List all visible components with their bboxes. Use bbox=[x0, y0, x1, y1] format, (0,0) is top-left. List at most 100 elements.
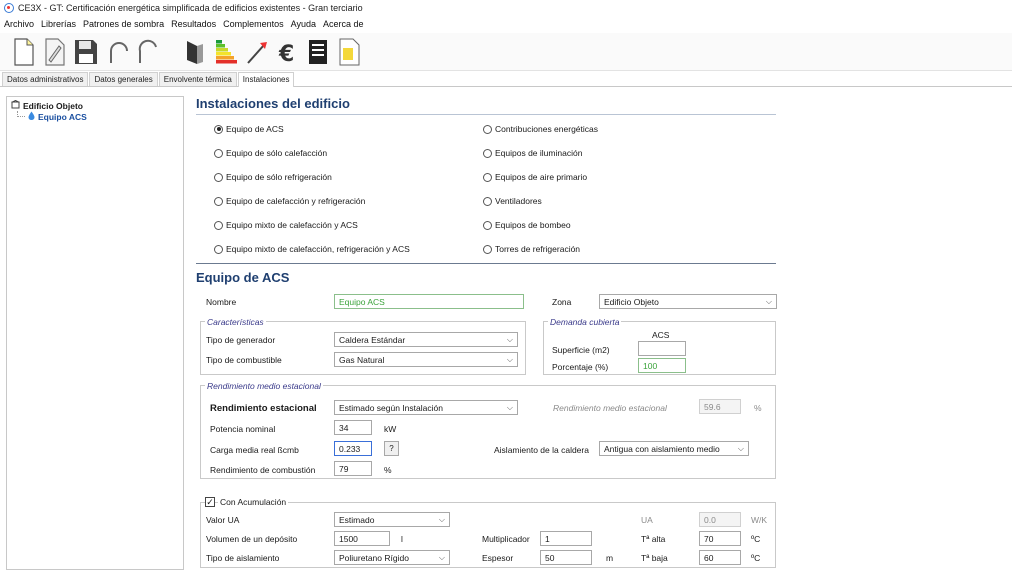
tipo-combustible-label: Tipo de combustible bbox=[206, 355, 282, 365]
improve-icon[interactable] bbox=[243, 37, 271, 67]
menu-ayuda[interactable]: Ayuda bbox=[291, 19, 316, 29]
multiplicador-input[interactable]: 1 bbox=[540, 531, 592, 546]
radio-button[interactable] bbox=[214, 220, 223, 230]
aislamiento-caldera-select[interactable]: Antigua con aislamiento medio ⌵ bbox=[599, 441, 749, 456]
nombre-input[interactable]: Equipo ACS bbox=[334, 294, 524, 309]
rendimiento-estacional-label: Rendimiento estacional bbox=[210, 403, 317, 414]
espesor-input[interactable]: 50 bbox=[540, 550, 592, 565]
temp-alta-label: Tª alta bbox=[641, 534, 666, 544]
save-icon[interactable] bbox=[72, 37, 100, 67]
tab-envolvente-termica[interactable]: Envolvente térmica bbox=[158, 72, 237, 86]
radio-button[interactable] bbox=[483, 124, 492, 134]
chevron-down-icon: ⌵ bbox=[765, 297, 772, 306]
energy-rating-icon[interactable] bbox=[212, 37, 240, 67]
radio-button[interactable] bbox=[214, 244, 223, 254]
help-button[interactable]: ? bbox=[384, 441, 399, 456]
rend-medio-unit: % bbox=[754, 403, 762, 413]
volumen-input[interactable]: 1500 bbox=[334, 531, 390, 546]
undo-icon[interactable] bbox=[103, 37, 131, 67]
menu-patrones-sombra[interactable]: Patrones de sombra bbox=[83, 19, 164, 29]
ua-label: UA bbox=[641, 515, 653, 525]
euro-icon[interactable]: € bbox=[274, 37, 302, 67]
caracteristicas-label: Características bbox=[205, 317, 266, 327]
rend-combustion-label: Rendimiento de combustión bbox=[210, 465, 316, 475]
menu-librerias[interactable]: Librerías bbox=[41, 19, 76, 29]
carga-media-input[interactable]: 0.233 bbox=[334, 441, 372, 456]
rendimiento-group-label: Rendimiento medio estacional bbox=[205, 381, 323, 391]
app-logo-icon bbox=[4, 3, 14, 13]
title-bar: CE3X - GT: Certificación energética simp… bbox=[0, 0, 1012, 16]
radio-equipo-acs[interactable]: Equipo de ACS bbox=[214, 124, 284, 134]
radio-iluminacion[interactable]: Equipos de iluminación bbox=[483, 148, 582, 158]
ua-unit: W/K bbox=[751, 515, 768, 525]
valor-ua-select[interactable]: Estimado ⌵ bbox=[334, 512, 450, 527]
radio-button[interactable] bbox=[214, 196, 223, 206]
acumulacion-checkbox[interactable]: ✓ bbox=[205, 497, 215, 507]
radio-button[interactable] bbox=[214, 148, 223, 158]
radio-solo-calefaccion[interactable]: Equipo de sólo calefacción bbox=[214, 148, 327, 158]
radio-bombeo[interactable]: Equipos de bombeo bbox=[483, 220, 571, 230]
report-icon[interactable] bbox=[305, 37, 333, 67]
tab-datos-administrativos[interactable]: Datos administrativos bbox=[2, 72, 89, 86]
tab-bar: Datos administrativos Datos generales En… bbox=[0, 72, 1012, 87]
tipo-generador-select[interactable]: Caldera Estándar ⌵ bbox=[334, 332, 518, 347]
radio-mixto-calefaccion-acs[interactable]: Equipo mixto de calefacción y ACS bbox=[214, 220, 358, 230]
radio-button[interactable] bbox=[483, 196, 492, 206]
redo-icon[interactable] bbox=[134, 37, 162, 67]
radio-button[interactable] bbox=[214, 172, 223, 182]
water-drop-icon bbox=[28, 111, 35, 122]
tree-item-equipo-acs[interactable]: Equipo ACS bbox=[11, 111, 179, 122]
tipo-aislamiento-label: Tipo de aislamiento bbox=[206, 553, 280, 563]
chevron-down-icon: ⌵ bbox=[506, 403, 513, 412]
superficie-input[interactable] bbox=[638, 341, 686, 356]
radio-aire-primario[interactable]: Equipos de aire primario bbox=[483, 172, 587, 182]
menu-bar: Archivo Librerías Patrones de sombra Res… bbox=[0, 17, 1012, 31]
valor-ua-label: Valor UA bbox=[206, 515, 240, 525]
temp-alta-input[interactable]: 70 bbox=[699, 531, 741, 546]
espesor-label: Espesor bbox=[482, 553, 514, 563]
rend-combustion-input[interactable]: 79 bbox=[334, 461, 372, 476]
temp-baja-input[interactable]: 60 bbox=[699, 550, 741, 565]
temp-alta-unit: ºC bbox=[751, 534, 761, 544]
ua-value: 0.0 bbox=[699, 512, 741, 527]
potencia-unit: kW bbox=[384, 424, 397, 434]
radio-button[interactable] bbox=[483, 220, 492, 230]
open-file-icon[interactable] bbox=[41, 37, 69, 67]
rendimiento-estacional-select[interactable]: Estimado según Instalación ⌵ bbox=[334, 400, 518, 415]
aislamiento-caldera-label: Aislamiento de la caldera bbox=[494, 445, 589, 455]
zona-select[interactable]: Edificio Objeto ⌵ bbox=[599, 294, 777, 309]
tipo-aislamiento-select[interactable]: Poliuretano Rígido ⌵ bbox=[334, 550, 450, 565]
porcentaje-input[interactable]: 100 bbox=[638, 358, 686, 373]
radio-calefaccion-refrigeracion[interactable]: Equipo de calefacción y refrigeración bbox=[214, 196, 365, 206]
radio-contribuciones[interactable]: Contribuciones energéticas bbox=[483, 124, 598, 134]
chevron-down-icon: ⌵ bbox=[506, 355, 513, 364]
radio-button[interactable] bbox=[483, 172, 492, 182]
radio-mixto-cal-ref-acs[interactable]: Equipo mixto de calefacción, refrigeraci… bbox=[214, 244, 410, 254]
radio-solo-refrigeracion[interactable]: Equipo de sólo refrigeración bbox=[214, 172, 332, 182]
new-file-icon[interactable] bbox=[10, 37, 38, 67]
menu-acerca-de[interactable]: Acerca de bbox=[323, 19, 364, 29]
tab-instalaciones[interactable]: Instalaciones bbox=[237, 72, 295, 87]
acumulacion-label: Con Acumulación bbox=[218, 497, 289, 507]
certificate-icon[interactable] bbox=[336, 37, 364, 67]
svg-text:€: € bbox=[278, 42, 294, 66]
tab-datos-generales[interactable]: Datos generales bbox=[89, 72, 158, 86]
carga-media-label: Carga media real ßcmb bbox=[210, 445, 299, 455]
radio-torres-refrigeracion[interactable]: Torres de refrigeración bbox=[483, 244, 580, 254]
menu-complementos[interactable]: Complementos bbox=[223, 19, 284, 29]
menu-resultados[interactable]: Resultados bbox=[171, 19, 216, 29]
tree-item-edificio-objeto[interactable]: Edificio Objeto bbox=[11, 99, 179, 111]
section-divider bbox=[196, 263, 776, 264]
radio-button-checked[interactable] bbox=[214, 124, 223, 134]
multiplicador-label: Multiplicador bbox=[482, 534, 530, 544]
building-icon[interactable] bbox=[181, 37, 209, 67]
radio-button[interactable] bbox=[483, 244, 492, 254]
radio-ventiladores[interactable]: Ventiladores bbox=[483, 196, 542, 206]
chevron-down-icon: ⌵ bbox=[438, 515, 445, 524]
menu-archivo[interactable]: Archivo bbox=[4, 19, 34, 29]
chevron-down-icon: ⌵ bbox=[737, 444, 744, 453]
potencia-input[interactable]: 34 bbox=[334, 420, 372, 435]
tipo-combustible-select[interactable]: Gas Natural ⌵ bbox=[334, 352, 518, 367]
rend-combustion-unit: % bbox=[384, 465, 392, 475]
radio-button[interactable] bbox=[483, 148, 492, 158]
